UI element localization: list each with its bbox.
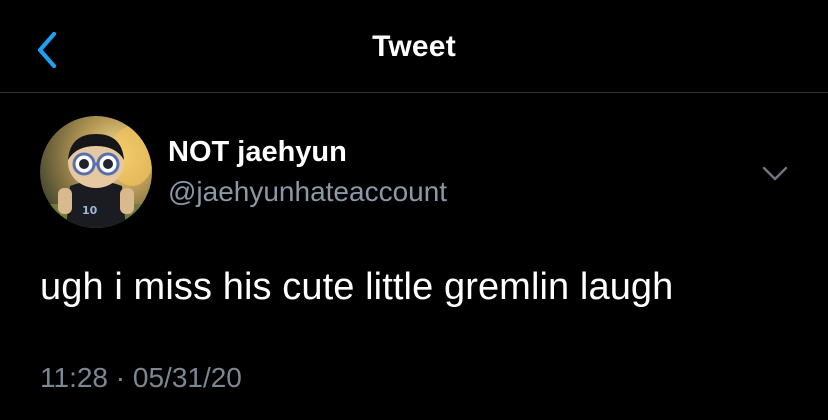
tweet-time: 11:28 [40,362,108,393]
avatar-image: 10 [40,116,152,228]
display-name[interactable]: NOT jaehyun [168,136,347,169]
top-nav-bar: Tweet [0,0,828,93]
tweet-date: 05/31/20 [132,362,242,393]
user-handle[interactable]: @jaehyunhateaccount [168,176,447,208]
tweet-timestamp: 11:28 · 05/31/20 [40,362,242,394]
page-title: Tweet [372,30,456,63]
chevron-down-icon [762,166,788,181]
tweet-text: ugh i miss his cute little gremlin laugh [40,266,674,308]
avatar-jersey-number: 10 [82,204,98,217]
timestamp-separator: · [115,362,126,393]
more-options-button[interactable] [760,162,790,186]
tweet-card: 10 NOT jaehyun @jaehyunhateaccount ugh i… [0,94,828,420]
avatar[interactable]: 10 [40,116,152,228]
